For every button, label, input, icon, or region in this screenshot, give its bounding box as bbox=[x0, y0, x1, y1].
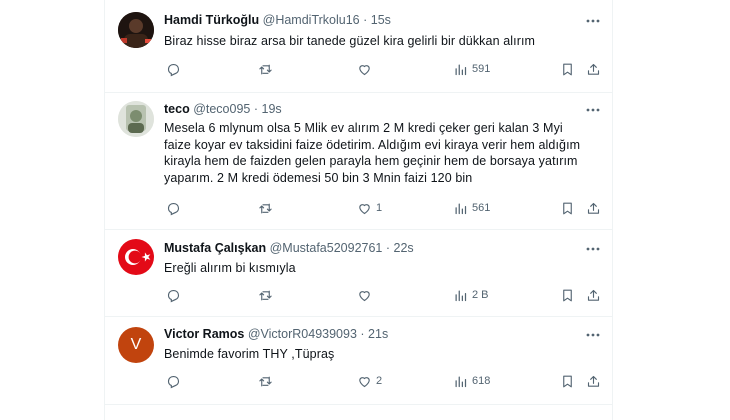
tweet[interactable]: Mustafa Çalışkan @Mustafa52092761 · 22s … bbox=[105, 229, 612, 317]
views-button[interactable]: 2 B bbox=[453, 285, 489, 305]
author-handle[interactable]: @VictorR04939093 bbox=[248, 327, 357, 341]
tweet-text: Mesela 6 mlynum olsa 5 Mlik ev alırım 2 … bbox=[164, 121, 581, 185]
retweet-icon bbox=[259, 376, 272, 386]
like-count: 1 bbox=[376, 202, 383, 214]
views-icon bbox=[455, 376, 467, 387]
bookmark-icon bbox=[563, 202, 572, 214]
bookmark-button[interactable] bbox=[560, 285, 575, 305]
like-button[interactable] bbox=[357, 285, 376, 305]
more-icon[interactable] bbox=[585, 327, 601, 343]
like-icon bbox=[359, 203, 370, 214]
avatar[interactable] bbox=[118, 101, 154, 137]
reply-icon bbox=[167, 375, 180, 388]
author-handle[interactable]: @HamdiTrkolu16 bbox=[263, 13, 360, 27]
action-bar: 2 B bbox=[157, 285, 605, 305]
bookmark-button[interactable] bbox=[560, 198, 575, 218]
retweet-button[interactable] bbox=[258, 198, 273, 218]
tweet[interactable]: V Victor Ramos @VictorR04939093 · 21s Be… bbox=[105, 316, 612, 405]
like-count: 2 bbox=[376, 375, 383, 387]
author-handle[interactable]: @teco095 bbox=[193, 102, 250, 116]
timestamp[interactable]: 22s bbox=[394, 241, 414, 255]
tweet-text: Biraz hisse biraz arsa bir tanede güzel … bbox=[164, 34, 536, 48]
reply-icon bbox=[167, 202, 180, 215]
tweet[interactable]: teco @teco095 · 19s Mesela 6 mlynum olsa… bbox=[105, 92, 612, 230]
action-bar: 1 561 bbox=[157, 198, 605, 218]
tweet-header: teco @teco095 · 19s bbox=[164, 102, 282, 116]
reply-button[interactable] bbox=[166, 59, 181, 79]
author-name[interactable]: Victor Ramos bbox=[164, 327, 244, 341]
like-button[interactable]: 1 bbox=[357, 198, 382, 218]
views-count: 618 bbox=[472, 375, 491, 387]
views-button[interactable]: 618 bbox=[453, 371, 490, 391]
reply-button[interactable] bbox=[166, 285, 181, 305]
avatar[interactable] bbox=[118, 239, 154, 275]
action-bar: 2 618 bbox=[157, 371, 605, 391]
bookmark-button[interactable] bbox=[560, 371, 575, 391]
share-icon bbox=[587, 289, 600, 301]
views-icon bbox=[455, 64, 467, 75]
timestamp[interactable]: 15s bbox=[371, 13, 391, 27]
separator: · bbox=[253, 102, 259, 116]
separator: · bbox=[385, 241, 391, 255]
more-icon[interactable] bbox=[585, 241, 601, 257]
reply-icon bbox=[167, 289, 180, 302]
tweet-text: Ereğli alırım bi kısmıyla bbox=[164, 261, 296, 275]
retweet-icon bbox=[259, 64, 272, 74]
bookmark-icon bbox=[563, 375, 572, 387]
tweet-replies-screenshot: Hamdi Türkoğlu @HamdiTrkolu16 · 15s Bira… bbox=[0, 0, 730, 420]
tweet[interactable]: Hamdi Türkoğlu @HamdiTrkolu16 · 15s Bira… bbox=[105, 0, 612, 93]
like-button[interactable]: 2 bbox=[357, 371, 382, 391]
share-button[interactable] bbox=[586, 59, 601, 79]
separator: · bbox=[363, 13, 368, 27]
tweet-header: Hamdi Türkoğlu @HamdiTrkolu16 · 15s bbox=[164, 13, 391, 27]
retweet-icon bbox=[259, 203, 272, 213]
share-icon bbox=[587, 63, 600, 75]
like-button[interactable] bbox=[357, 59, 376, 79]
avatar[interactable]: V bbox=[118, 327, 154, 363]
reply-feed: Hamdi Türkoğlu @HamdiTrkolu16 · 15s Bira… bbox=[104, 0, 613, 420]
like-icon bbox=[359, 64, 370, 75]
like-icon bbox=[359, 376, 370, 387]
share-button[interactable] bbox=[586, 285, 601, 305]
views-icon bbox=[455, 203, 467, 214]
views-count: 2 B bbox=[472, 289, 489, 301]
retweet-icon bbox=[259, 290, 272, 300]
bookmark-button[interactable] bbox=[560, 59, 575, 79]
reply-icon bbox=[167, 63, 180, 76]
views-count: 591 bbox=[472, 63, 491, 75]
timestamp[interactable]: 19s bbox=[262, 102, 282, 116]
views-icon bbox=[455, 290, 467, 301]
avatar-letter: V bbox=[130, 336, 142, 353]
author-name[interactable]: teco bbox=[164, 102, 190, 116]
more-icon[interactable] bbox=[585, 13, 601, 29]
bookmark-icon bbox=[563, 289, 572, 301]
views-count: 561 bbox=[472, 202, 491, 214]
tweet-text: Benimde favorim THY ,Tüpraş bbox=[164, 347, 335, 361]
reply-button[interactable] bbox=[166, 371, 181, 391]
author-name[interactable]: Hamdi Türkoğlu bbox=[164, 13, 259, 27]
share-icon bbox=[587, 375, 600, 387]
avatar[interactable] bbox=[118, 12, 154, 48]
views-button[interactable]: 561 bbox=[453, 198, 490, 218]
share-button[interactable] bbox=[586, 198, 601, 218]
timestamp[interactable]: 21s bbox=[368, 327, 388, 341]
author-name[interactable]: Mustafa Çalışkan bbox=[164, 241, 266, 255]
share-icon bbox=[587, 202, 600, 214]
reply-button[interactable] bbox=[166, 198, 181, 218]
more-icon[interactable] bbox=[585, 102, 601, 118]
retweet-button[interactable] bbox=[258, 371, 273, 391]
share-button[interactable] bbox=[586, 371, 601, 391]
retweet-button[interactable] bbox=[258, 59, 273, 79]
separator: · bbox=[360, 327, 365, 341]
action-bar: 591 bbox=[157, 59, 605, 79]
tweet-header: Mustafa Çalışkan @Mustafa52092761 · 22s bbox=[164, 241, 414, 255]
turkish-flag-avatar bbox=[118, 239, 154, 275]
tweet-header: Victor Ramos @VictorR04939093 · 21s bbox=[164, 327, 388, 341]
views-button[interactable]: 591 bbox=[453, 59, 490, 79]
retweet-button[interactable] bbox=[258, 285, 273, 305]
author-handle[interactable]: @Mustafa52092761 bbox=[270, 241, 383, 255]
bookmark-icon bbox=[563, 63, 572, 75]
like-icon bbox=[359, 290, 370, 301]
